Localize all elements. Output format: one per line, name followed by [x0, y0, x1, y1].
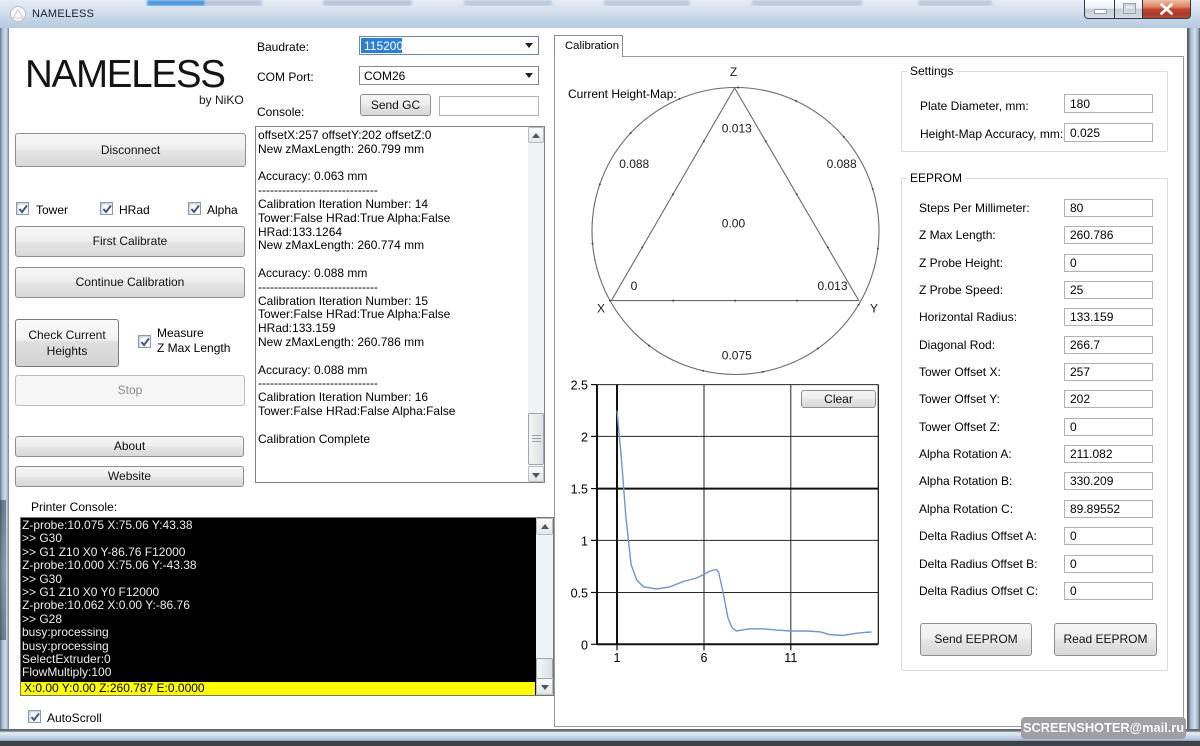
- svg-text:0.013: 0.013: [818, 279, 848, 293]
- svg-text:Y: Y: [870, 302, 878, 316]
- svg-text:0.5: 0.5: [571, 587, 588, 601]
- svg-text:11: 11: [784, 651, 797, 665]
- svg-text:0.088: 0.088: [619, 157, 649, 171]
- svg-text:1: 1: [614, 651, 621, 665]
- svg-text:Z: Z: [730, 65, 737, 79]
- svg-text:0.075: 0.075: [722, 348, 752, 362]
- svg-text:0: 0: [581, 638, 588, 652]
- svg-text:2.5: 2.5: [571, 379, 588, 393]
- svg-text:2: 2: [581, 430, 588, 444]
- svg-text:0.088: 0.088: [827, 157, 857, 171]
- svg-text:0: 0: [631, 279, 638, 293]
- svg-text:6: 6: [701, 651, 708, 665]
- svg-text:1: 1: [581, 534, 588, 548]
- svg-text:1.5: 1.5: [571, 483, 588, 497]
- svg-text:X: X: [597, 302, 605, 316]
- svg-text:0.013: 0.013: [722, 122, 752, 136]
- svg-text:0.00: 0.00: [722, 216, 746, 230]
